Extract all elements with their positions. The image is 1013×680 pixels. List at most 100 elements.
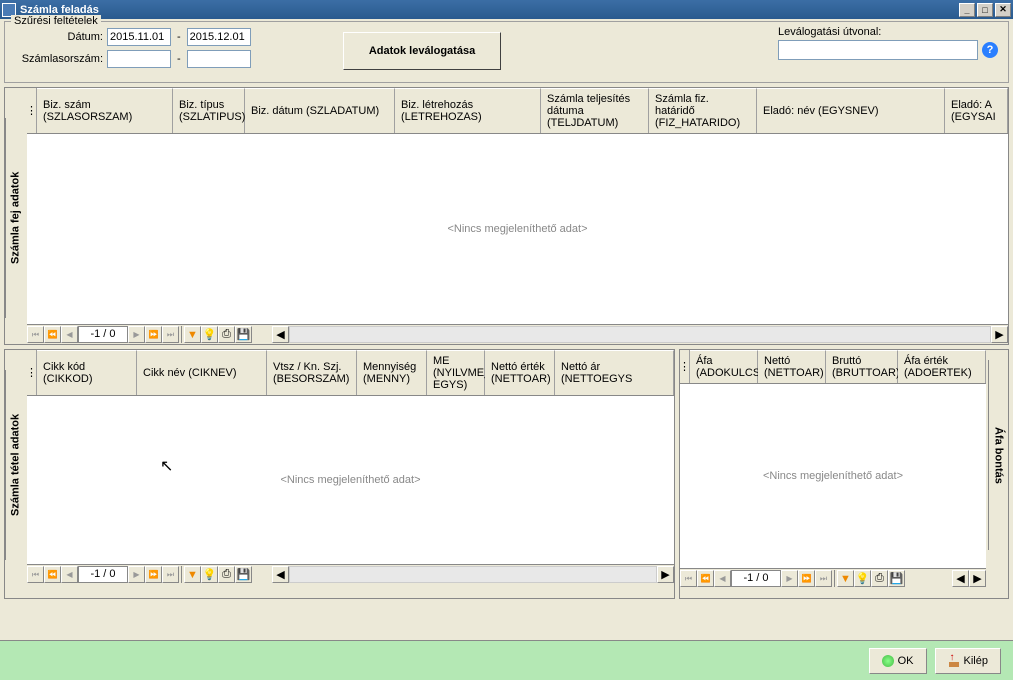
nav-last-icon[interactable]: ⏭ bbox=[815, 570, 832, 587]
grid2-col[interactable]: Vtsz / Kn. Szj. (BESORSZAM) bbox=[267, 350, 357, 395]
maximize-button[interactable]: □ bbox=[977, 3, 993, 17]
filter-icon[interactable]: ▼ bbox=[184, 326, 201, 343]
nav-prev-icon[interactable]: ◀ bbox=[61, 326, 78, 343]
date-from-input[interactable] bbox=[107, 28, 171, 46]
nav-next-icon[interactable]: ▶ bbox=[781, 570, 798, 587]
grid2-col[interactable]: Nettó ár (NETTOEGYS bbox=[555, 350, 674, 395]
close-button[interactable]: ✕ bbox=[995, 3, 1011, 17]
nav-last-icon[interactable]: ⏭ bbox=[162, 326, 179, 343]
row-selector-icon[interactable]: ⋮ bbox=[27, 350, 37, 395]
scroll-right-icon[interactable]: ▶ bbox=[969, 570, 986, 587]
invno-from-input[interactable] bbox=[107, 50, 171, 68]
grid1-col[interactable]: Biz. létrehozás (LETREHOZAS) bbox=[395, 88, 541, 133]
nav-last-icon[interactable]: ⏭ bbox=[162, 566, 179, 583]
date-to-input[interactable] bbox=[187, 28, 251, 46]
exit-button[interactable]: Kilép bbox=[935, 648, 1001, 674]
grid3-tab[interactable]: Áfa bontás bbox=[988, 360, 1008, 550]
grid2-header: ⋮ Cikk kód (CIKKOD) Cikk név (CIKNEV) Vt… bbox=[27, 350, 674, 396]
titlebar: Számla feladás _ □ ✕ bbox=[0, 0, 1013, 19]
nav-next-icon[interactable]: ▶ bbox=[128, 326, 145, 343]
grid2-col[interactable]: Nettó érték (NETTOAR) bbox=[485, 350, 555, 395]
grid1-col[interactable]: Számla fiz. határidő (FIZ_HATARIDO) bbox=[649, 88, 757, 133]
save-icon[interactable]: 💾 bbox=[235, 326, 252, 343]
grid1-col[interactable]: Számla teljesítés dátuma (TELJDATUM) bbox=[541, 88, 649, 133]
dash: - bbox=[177, 31, 181, 43]
nav-first-icon[interactable]: ⏮ bbox=[27, 326, 44, 343]
bulb-icon[interactable]: 💡 bbox=[854, 570, 871, 587]
grid2-empty: <Nincs megjeleníthető adat> bbox=[280, 474, 420, 486]
grid3-panel: Áfa bontás ⋮ Áfa (ADOKULCS) Nettó (NETTO… bbox=[679, 349, 1009, 599]
ok-icon bbox=[882, 655, 894, 667]
nav-prevpg-icon[interactable]: ⏪ bbox=[44, 326, 61, 343]
help-icon[interactable]: ? bbox=[982, 42, 998, 58]
nav-prev-icon[interactable]: ◀ bbox=[714, 570, 731, 587]
nav-prev-icon[interactable]: ◀ bbox=[61, 566, 78, 583]
scroll-track[interactable] bbox=[289, 326, 991, 343]
row-selector-icon[interactable]: ⋮ bbox=[680, 350, 690, 383]
grid1-col[interactable]: Biz. típus (SZLATIPUS) bbox=[173, 88, 245, 133]
grid2-nav: ⏮ ⏪ ◀ -1 / 0 ▶ ⏩ ⏭ ▼ 💡 ⎙ 💾 ◀ ▶ bbox=[27, 564, 674, 584]
nav-first-icon[interactable]: ⏮ bbox=[680, 570, 697, 587]
save-icon[interactable]: 💾 bbox=[235, 566, 252, 583]
print-icon[interactable]: ⎙ bbox=[218, 326, 235, 343]
nav-prevpg-icon[interactable]: ⏪ bbox=[697, 570, 714, 587]
window-title: Számla feladás bbox=[20, 4, 957, 16]
grid3-empty: <Nincs megjeleníthető adat> bbox=[763, 470, 903, 482]
scroll-right-icon[interactable]: ▶ bbox=[657, 566, 674, 583]
grid1-panel: Számla fej adatok ⋮ Biz. szám (SZLASORSZ… bbox=[4, 87, 1009, 345]
grid3-col[interactable]: Áfa érték (ADOERTEK) bbox=[898, 350, 986, 383]
grid2-col[interactable]: ME (NYILVME_MERTEK EGYS) bbox=[427, 350, 485, 395]
nav-counter: -1 / 0 bbox=[78, 326, 128, 343]
grid3-header: ⋮ Áfa (ADOKULCS) Nettó (NETTOAR) Bruttó … bbox=[680, 350, 986, 384]
grid1-nav: ⏮ ⏪ ◀ -1 / 0 ▶ ⏩ ⏭ ▼ 💡 ⎙ 💾 ◀ ▶ bbox=[27, 324, 1008, 344]
path-input[interactable] bbox=[778, 40, 978, 60]
grid1-col[interactable]: Biz. dátum (SZLADATUM) bbox=[245, 88, 395, 133]
grid1-empty: <Nincs megjeleníthető adat> bbox=[447, 223, 587, 235]
ok-label: OK bbox=[898, 655, 914, 667]
nav-first-icon[interactable]: ⏮ bbox=[27, 566, 44, 583]
nav-nextpg-icon[interactable]: ⏩ bbox=[145, 566, 162, 583]
grid2-body: <Nincs megjeleníthető adat> bbox=[27, 396, 674, 564]
print-icon[interactable]: ⎙ bbox=[218, 566, 235, 583]
bulb-icon[interactable]: 💡 bbox=[201, 326, 218, 343]
dash: - bbox=[177, 53, 181, 65]
grid3-nav: ⏮ ⏪ ◀ -1 / 0 ▶ ⏩ ⏭ ▼ 💡 ⎙ 💾 ◀ ▶ bbox=[680, 568, 986, 588]
filter-legend: Szűrési feltételek bbox=[11, 15, 101, 27]
grid3-col[interactable]: Bruttó (BRUTTOAR) bbox=[826, 350, 898, 383]
bulb-icon[interactable]: 💡 bbox=[201, 566, 218, 583]
nav-next-icon[interactable]: ▶ bbox=[128, 566, 145, 583]
grid3-col[interactable]: Áfa (ADOKULCS) bbox=[690, 350, 758, 383]
fetch-button[interactable]: Adatok leválogatása bbox=[343, 32, 501, 70]
grid1-col[interactable]: Eladó: név (EGYSNEV) bbox=[757, 88, 945, 133]
grid3-body: <Nincs megjeleníthető adat> bbox=[680, 384, 986, 568]
scroll-left-icon[interactable]: ◀ bbox=[952, 570, 969, 587]
scroll-right-icon[interactable]: ▶ bbox=[991, 326, 1008, 343]
grid2-col[interactable]: Cikk név (CIKNEV) bbox=[137, 350, 267, 395]
nav-nextpg-icon[interactable]: ⏩ bbox=[145, 326, 162, 343]
filter-icon[interactable]: ▼ bbox=[184, 566, 201, 583]
grid2-col[interactable]: Cikk kód (CIKKOD) bbox=[37, 350, 137, 395]
minimize-button[interactable]: _ bbox=[959, 3, 975, 17]
scroll-left-icon[interactable]: ◀ bbox=[272, 566, 289, 583]
filter-fieldset: Szűrési feltételek Dátum: - Számlasorszá… bbox=[4, 21, 1009, 83]
save-icon[interactable]: 💾 bbox=[888, 570, 905, 587]
row-selector-icon[interactable]: ⋮ bbox=[27, 88, 37, 133]
grid1-col[interactable]: Eladó: A (EGYSAI bbox=[945, 88, 1008, 133]
hscroll[interactable]: ◀ ▶ bbox=[272, 566, 674, 583]
scroll-left-icon[interactable]: ◀ bbox=[272, 326, 289, 343]
invno-to-input[interactable] bbox=[187, 50, 251, 68]
grid2-tab[interactable]: Számla tétel adatok bbox=[5, 370, 25, 560]
grid2-col[interactable]: Mennyiség (MENNY) bbox=[357, 350, 427, 395]
nav-nextpg-icon[interactable]: ⏩ bbox=[798, 570, 815, 587]
nav-prevpg-icon[interactable]: ⏪ bbox=[44, 566, 61, 583]
exit-icon bbox=[948, 655, 960, 667]
ok-button[interactable]: OK bbox=[869, 648, 927, 674]
print-icon[interactable]: ⎙ bbox=[871, 570, 888, 587]
filter-icon[interactable]: ▼ bbox=[837, 570, 854, 587]
hscroll[interactable]: ◀ ▶ bbox=[272, 326, 1008, 343]
grid3-col[interactable]: Nettó (NETTOAR) bbox=[758, 350, 826, 383]
grid1-body: <Nincs megjeleníthető adat> bbox=[27, 134, 1008, 324]
grid1-col[interactable]: Biz. szám (SZLASORSZAM) bbox=[37, 88, 173, 133]
grid1-tab[interactable]: Számla fej adatok bbox=[5, 118, 25, 318]
scroll-track[interactable] bbox=[289, 566, 657, 583]
